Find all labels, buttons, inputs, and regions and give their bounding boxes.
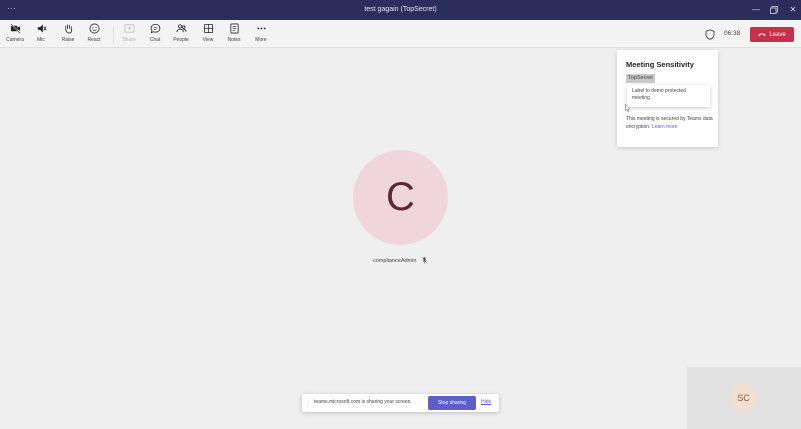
notes-button[interactable]: Notes xyxy=(221,23,247,47)
stop-sharing-button[interactable]: Stop sharing xyxy=(428,396,476,410)
leave-button[interactable]: Leave xyxy=(750,27,794,42)
view-button[interactable]: View xyxy=(195,23,221,47)
window-titlebar: ··· test gagain (TopSecret) — ✕ xyxy=(0,0,801,20)
window-title: test gagain (TopSecret) xyxy=(364,6,437,13)
meeting-toolbar: Camera Mic Raise React Share Chat People… xyxy=(0,20,801,48)
notes-label: Notes xyxy=(227,37,241,43)
camera-label: Camera xyxy=(6,37,24,43)
more-button[interactable]: More xyxy=(248,23,274,47)
raise-hand-button[interactable]: Raise xyxy=(55,23,81,47)
share-button[interactable]: Share xyxy=(116,23,142,47)
close-icon[interactable]: ✕ xyxy=(786,3,800,17)
react-label: React xyxy=(87,37,101,43)
smile-icon xyxy=(89,23,99,34)
react-button[interactable]: React xyxy=(81,23,107,47)
share-icon xyxy=(124,24,134,33)
leave-label: Leave xyxy=(769,31,786,38)
self-video-tile[interactable]: SC xyxy=(687,367,801,429)
view-label: View xyxy=(202,37,214,43)
video-off-icon xyxy=(9,23,21,34)
toolbar-divider xyxy=(113,26,114,44)
participant-nameplate: complianceAdmin xyxy=(373,257,428,264)
people-button[interactable]: People xyxy=(168,23,194,47)
sensitivity-description: This meeting is secured by Teams data en… xyxy=(626,115,714,131)
screen-sharing-bar: ⋮ teams.microsoft.com is sharing your sc… xyxy=(302,394,499,412)
chat-button[interactable]: Chat xyxy=(142,23,168,47)
self-avatar: SC xyxy=(730,384,757,411)
drag-handle-icon[interactable]: ⋮ xyxy=(306,400,311,406)
mic-off-icon xyxy=(37,24,46,33)
sensitivity-label-tag[interactable]: TopSecret xyxy=(626,74,655,83)
sensitivity-tooltip: Label to demo protected meeting xyxy=(627,85,710,107)
participant-avatar: C xyxy=(353,150,448,245)
camera-button[interactable]: Camera xyxy=(2,23,28,47)
mic-button[interactable]: Mic xyxy=(28,23,54,47)
phone-hangup-icon xyxy=(758,33,766,37)
sensitivity-title: Meeting Sensitivity xyxy=(626,60,694,69)
people-icon xyxy=(176,24,186,33)
share-label: Share xyxy=(122,37,136,43)
meeting-sensitivity-panel: Meeting Sensitivity TopSecret Label to d… xyxy=(617,50,718,147)
sharing-message: teams.microsoft.com is sharing your scre… xyxy=(314,399,412,405)
mic-label: Mic xyxy=(37,37,45,43)
grid-icon xyxy=(203,23,213,34)
chat-label: Chat xyxy=(149,37,161,43)
meeting-timer: 06:38 xyxy=(724,30,741,37)
people-label: People xyxy=(173,37,189,43)
cursor-icon xyxy=(625,104,630,112)
chat-icon xyxy=(150,23,160,34)
mic-muted-icon xyxy=(422,257,428,264)
shield-icon[interactable] xyxy=(705,29,715,40)
learn-more-link[interactable]: Learn more xyxy=(652,124,678,130)
hide-button[interactable]: Hide xyxy=(481,399,491,405)
more-icon xyxy=(256,27,266,30)
minimize-icon[interactable]: — xyxy=(749,3,763,17)
raise-label: Raise xyxy=(61,37,75,43)
restore-icon[interactable] xyxy=(767,3,781,17)
raise-hand-icon xyxy=(64,24,72,34)
notes-icon xyxy=(229,23,239,34)
more-label: More xyxy=(255,37,267,43)
participant-name: complianceAdmin xyxy=(373,257,417,264)
